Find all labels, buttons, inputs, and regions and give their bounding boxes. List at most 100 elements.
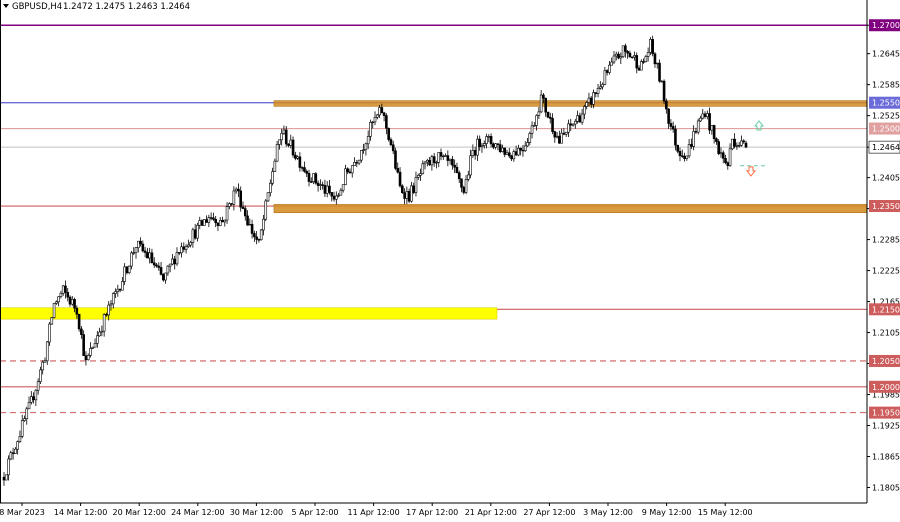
candle[interactable] bbox=[366, 136, 370, 145]
candle[interactable] bbox=[469, 155, 472, 176]
candle[interactable] bbox=[234, 188, 238, 192]
candle[interactable] bbox=[61, 285, 65, 294]
resistance-zone[interactable] bbox=[273, 100, 868, 107]
candle[interactable] bbox=[603, 70, 607, 85]
candle[interactable] bbox=[587, 97, 591, 103]
candle[interactable] bbox=[130, 252, 133, 267]
candle[interactable] bbox=[592, 92, 595, 105]
candle[interactable] bbox=[430, 156, 434, 166]
candle[interactable] bbox=[692, 131, 695, 147]
candle[interactable] bbox=[724, 158, 727, 163]
candle[interactable] bbox=[205, 219, 208, 223]
candle[interactable] bbox=[353, 162, 356, 166]
down-arrow-icon[interactable] bbox=[745, 166, 757, 177]
candle[interactable] bbox=[519, 147, 522, 151]
candle[interactable] bbox=[284, 129, 288, 145]
candle[interactable] bbox=[200, 220, 204, 226]
candle[interactable] bbox=[533, 125, 536, 127]
candle[interactable] bbox=[86, 355, 90, 361]
candle[interactable] bbox=[287, 143, 290, 146]
candle[interactable] bbox=[580, 113, 584, 123]
candle[interactable] bbox=[357, 159, 361, 164]
candle[interactable] bbox=[266, 192, 270, 202]
candle[interactable] bbox=[528, 133, 532, 143]
candle[interactable] bbox=[168, 263, 172, 267]
candle[interactable] bbox=[241, 206, 245, 209]
candle[interactable] bbox=[32, 396, 35, 401]
candle[interactable] bbox=[553, 131, 557, 138]
candle[interactable] bbox=[571, 123, 575, 126]
candle[interactable] bbox=[521, 149, 525, 152]
candle[interactable] bbox=[136, 240, 140, 249]
candle[interactable] bbox=[731, 138, 734, 150]
candle[interactable] bbox=[232, 190, 236, 205]
candle[interactable] bbox=[467, 174, 470, 180]
candle[interactable] bbox=[298, 156, 302, 168]
candle[interactable] bbox=[36, 381, 40, 391]
candle[interactable] bbox=[191, 229, 195, 243]
candle[interactable] bbox=[134, 247, 138, 253]
candle[interactable] bbox=[594, 92, 598, 94]
candle[interactable] bbox=[439, 152, 443, 157]
candle[interactable] bbox=[416, 175, 420, 178]
candle[interactable] bbox=[567, 123, 570, 133]
candle[interactable] bbox=[116, 288, 120, 292]
candle[interactable] bbox=[55, 301, 58, 304]
candle[interactable] bbox=[389, 139, 393, 146]
candle[interactable] bbox=[421, 163, 425, 174]
candle[interactable] bbox=[701, 113, 705, 119]
candle[interactable] bbox=[605, 70, 609, 73]
candle[interactable] bbox=[214, 218, 217, 224]
candle[interactable] bbox=[221, 220, 224, 223]
candle[interactable] bbox=[75, 307, 79, 315]
candle[interactable] bbox=[80, 328, 83, 335]
candle[interactable] bbox=[526, 142, 529, 147]
candle[interactable] bbox=[280, 132, 283, 141]
candle[interactable] bbox=[312, 173, 315, 182]
candle[interactable] bbox=[610, 61, 614, 66]
candle[interactable] bbox=[262, 218, 265, 231]
candle[interactable] bbox=[127, 265, 131, 274]
candle[interactable] bbox=[496, 143, 500, 145]
candle[interactable] bbox=[253, 233, 256, 238]
candle[interactable] bbox=[150, 252, 154, 263]
candle[interactable] bbox=[143, 250, 147, 253]
candle[interactable] bbox=[14, 448, 17, 454]
candle[interactable] bbox=[394, 150, 397, 169]
candle[interactable] bbox=[189, 242, 192, 246]
candle[interactable] bbox=[728, 148, 732, 166]
candle[interactable] bbox=[348, 171, 352, 174]
candle[interactable] bbox=[464, 178, 468, 193]
candle[interactable] bbox=[207, 217, 211, 223]
candle[interactable] bbox=[373, 116, 377, 123]
candle[interactable] bbox=[651, 39, 654, 55]
candle[interactable] bbox=[608, 64, 611, 73]
candle[interactable] bbox=[626, 51, 629, 54]
candle[interactable] bbox=[453, 164, 456, 168]
candle[interactable] bbox=[294, 154, 297, 159]
candle[interactable] bbox=[4, 474, 8, 481]
candle[interactable] bbox=[328, 185, 331, 193]
candle[interactable] bbox=[282, 129, 286, 134]
candle[interactable] bbox=[346, 168, 349, 173]
candle[interactable] bbox=[380, 107, 384, 114]
candle[interactable] bbox=[171, 258, 174, 265]
candle[interactable] bbox=[482, 143, 486, 146]
candle[interactable] bbox=[375, 114, 379, 118]
candle[interactable] bbox=[414, 177, 418, 193]
candle[interactable] bbox=[507, 152, 511, 157]
candle[interactable] bbox=[319, 184, 322, 186]
candle[interactable] bbox=[121, 281, 124, 291]
candle[interactable] bbox=[448, 158, 452, 161]
candle[interactable] bbox=[435, 162, 438, 164]
candle[interactable] bbox=[152, 262, 156, 266]
candle[interactable] bbox=[243, 208, 247, 217]
chart-canvas[interactable]: 1.2700 1.2645 1.2585 1.2525 1.2464 1.2405 1.23… bbox=[0, 0, 900, 518]
candle[interactable] bbox=[193, 229, 197, 239]
candle[interactable] bbox=[503, 147, 507, 155]
candle[interactable] bbox=[446, 155, 450, 161]
candle[interactable] bbox=[562, 132, 566, 135]
support-zone[interactable] bbox=[273, 204, 868, 214]
candle[interactable] bbox=[539, 94, 543, 113]
price-chart[interactable]: 1.2700 1.2645 1.2585 1.2525 1.2464 1.2405 1.23… bbox=[0, 0, 900, 518]
